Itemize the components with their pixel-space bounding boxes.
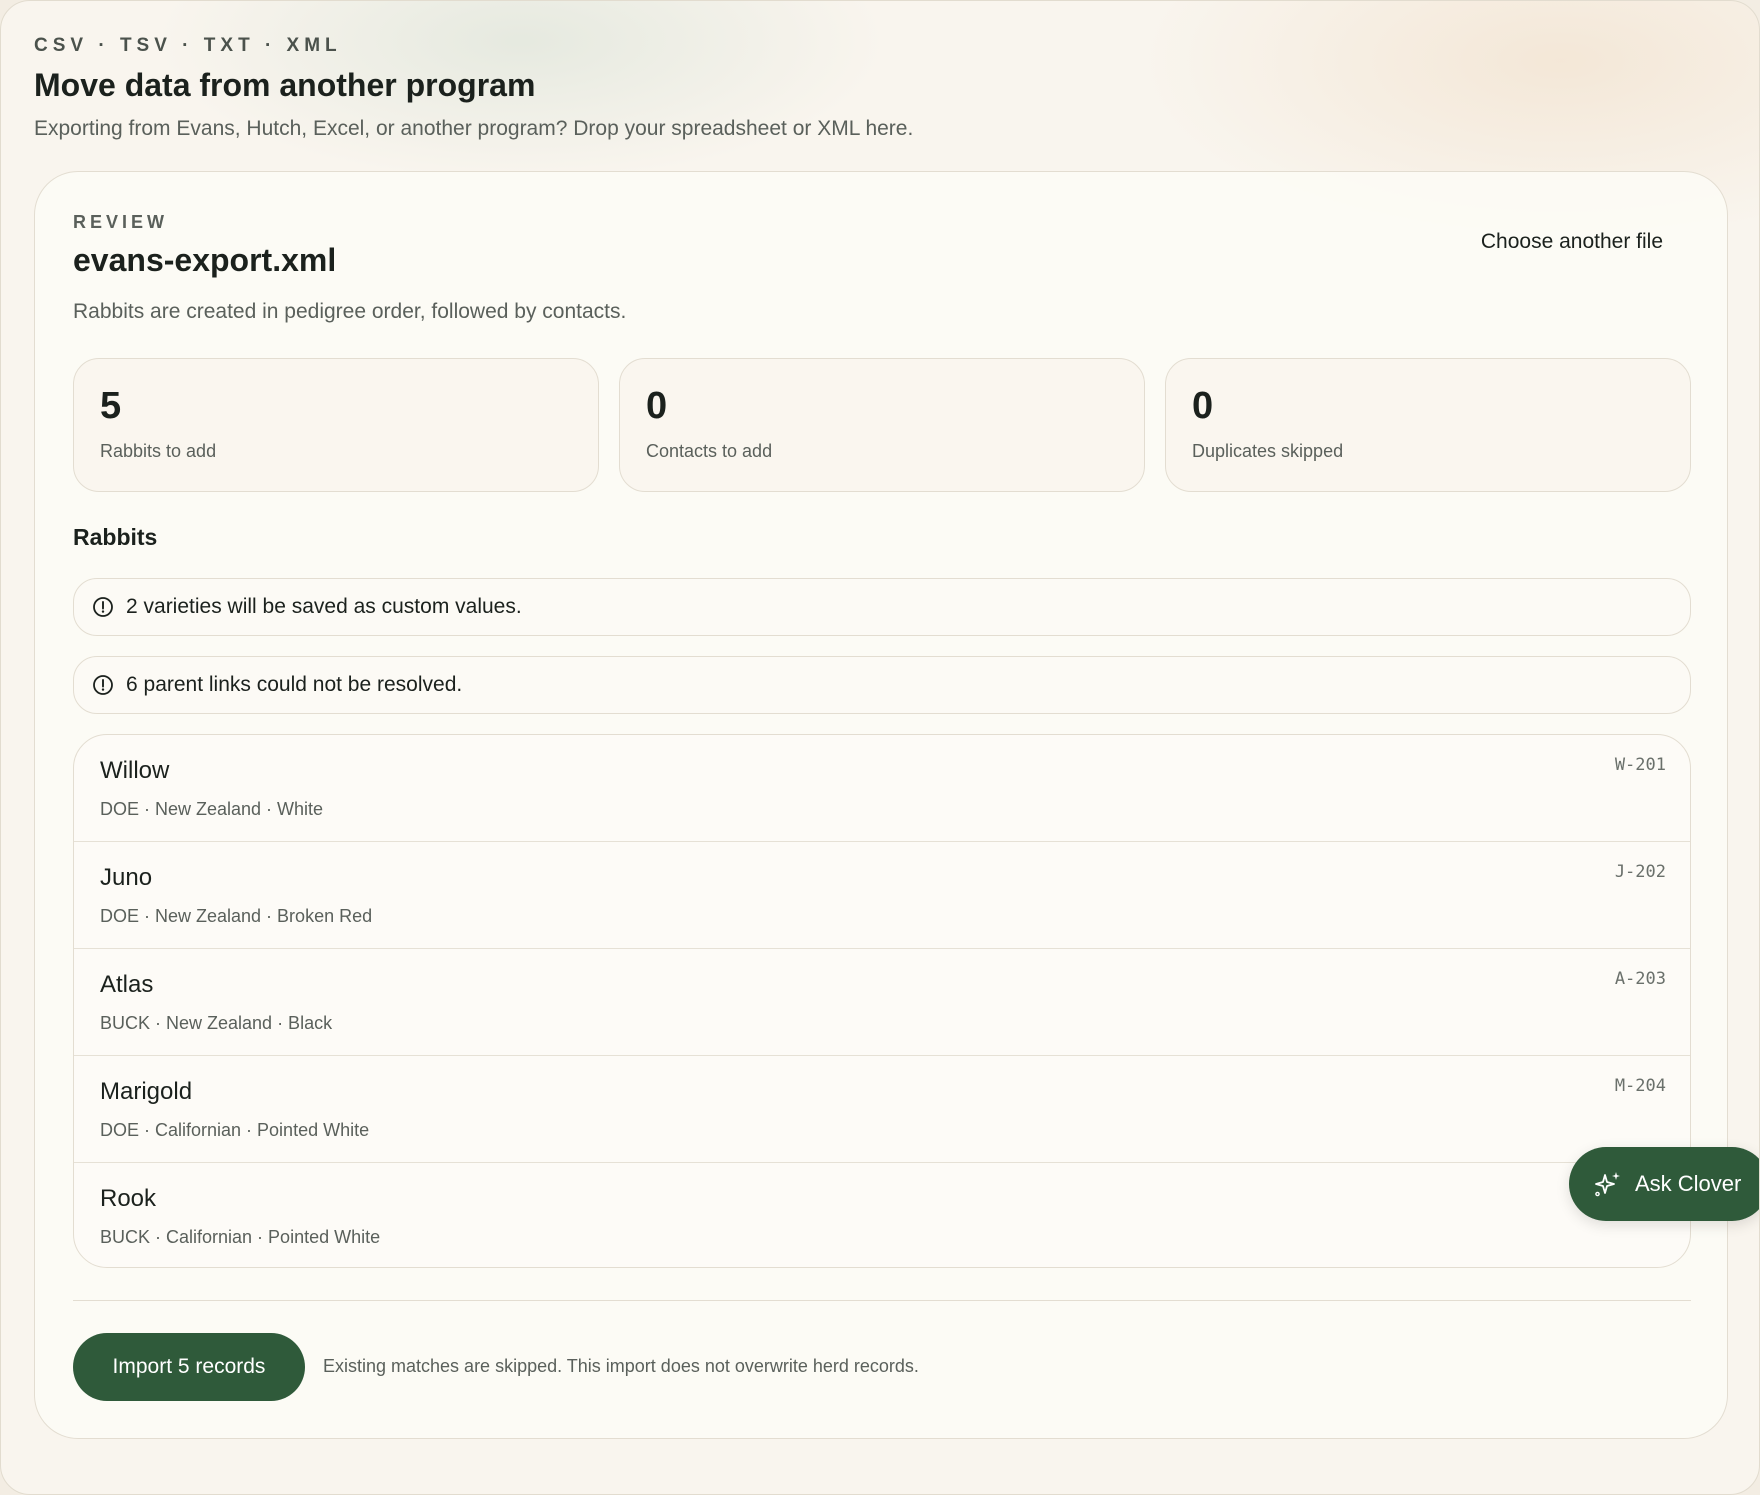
rabbit-row: Atlas BUCK · New Zealand · Black A-203 — [74, 949, 1690, 1056]
rabbit-row: Rook BUCK · Californian · Pointed White — [74, 1163, 1690, 1267]
notice-custom-varieties: 2 varieties will be saved as custom valu… — [73, 578, 1691, 636]
rabbit-meta: DOE · New Zealand · White — [100, 799, 324, 819]
stat-label: Duplicates skipped — [1192, 441, 1344, 461]
import-records-button[interactable]: Import 5 records — [73, 1333, 305, 1401]
rabbit-meta: BUCK · Californian · Pointed White — [100, 1227, 381, 1247]
page-title: Move data from another program — [34, 67, 536, 103]
stat-value: 0 — [1192, 385, 1214, 427]
notice-text: 6 parent links could not be resolved. — [126, 673, 463, 696]
stats-row: 5 Rabbits to add 0 Contacts to add 0 Dup… — [73, 358, 1691, 492]
stat-value: 5 — [100, 385, 122, 427]
alert-circle-icon — [92, 596, 114, 618]
rabbit-name: Juno — [100, 864, 153, 891]
file-types-eyebrow: CSV · TSV · TXT · XML — [34, 35, 342, 56]
rabbit-row: Willow DOE · New Zealand · White W-201 — [74, 735, 1690, 842]
rabbit-list: Willow DOE · New Zealand · White W-201 J… — [73, 734, 1691, 1268]
rabbit-meta: DOE · New Zealand · Broken Red — [100, 906, 373, 926]
stat-value: 0 — [646, 385, 668, 427]
rabbit-name: Willow — [100, 757, 170, 784]
stat-rabbits-to-add: 5 Rabbits to add — [73, 358, 599, 492]
rabbit-meta: BUCK · New Zealand · Black — [100, 1013, 333, 1033]
choose-another-file-button[interactable]: Choose another file — [1481, 230, 1663, 254]
import-footnote: Existing matches are skipped. This impor… — [323, 1356, 919, 1376]
page-subtitle: Exporting from Evans, Hutch, Excel, or a… — [34, 117, 914, 140]
review-description: Rabbits are created in pedigree order, f… — [73, 300, 627, 323]
ask-clover-label: Ask Clover — [1635, 1171, 1742, 1196]
rabbit-row: Juno DOE · New Zealand · Broken Red J-20… — [74, 842, 1690, 949]
stat-duplicates-skipped: 0 Duplicates skipped — [1165, 358, 1691, 492]
rabbit-tag: A-203 — [1614, 969, 1666, 989]
rabbit-tag: M-204 — [1614, 1076, 1666, 1096]
footer-divider — [73, 1300, 1691, 1301]
file-name: evans-export.xml — [73, 242, 337, 278]
notice-parent-links: 6 parent links could not be resolved. — [73, 656, 1691, 714]
rabbits-heading: Rabbits — [73, 524, 158, 550]
stat-contacts-to-add: 0 Contacts to add — [619, 358, 1145, 492]
stat-label: Contacts to add — [646, 441, 773, 461]
sparkles-icon — [1593, 1169, 1623, 1199]
alert-circle-icon — [92, 674, 114, 696]
review-card: REVIEW evans-export.xml Rabbits are crea… — [34, 171, 1728, 1439]
import-page: CSV · TSV · TXT · XML Move data from ano… — [0, 0, 1760, 1495]
rabbit-meta: DOE · Californian · Pointed White — [100, 1120, 370, 1140]
rabbit-row: Marigold DOE · Californian · Pointed Whi… — [74, 1056, 1690, 1163]
rabbit-name: Atlas — [100, 971, 154, 998]
rabbit-name: Rook — [100, 1185, 157, 1212]
rabbit-name: Marigold — [100, 1078, 193, 1105]
notice-text: 2 varieties will be saved as custom valu… — [126, 595, 522, 618]
ask-clover-button[interactable]: Ask Clover — [1569, 1147, 1759, 1221]
rabbit-tag: J-202 — [1614, 862, 1666, 882]
review-label: REVIEW — [73, 212, 169, 232]
rabbit-tag: W-201 — [1614, 755, 1666, 775]
stat-label: Rabbits to add — [100, 441, 217, 461]
